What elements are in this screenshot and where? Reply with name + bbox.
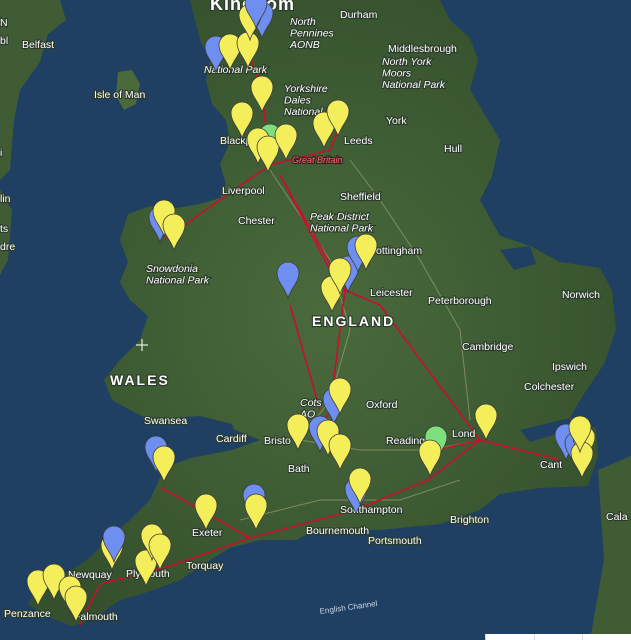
label-reading: Reading [386,435,425,447]
label-peak-district: Peak District National Park [310,211,374,235]
label-cambridge: Cambridge [462,341,514,353]
label-peterborough: Peterborough [428,295,492,307]
label-isle-of-man: Isle of Man [94,89,146,101]
label-calais: Cala [606,511,628,523]
label-brighton: Brighton [450,514,489,526]
label-southampton: Southampton [340,504,403,516]
map-canvas[interactable]: Kingdom NorthPenninesAONB Durham Middles… [0,0,631,640]
label-london: Lond [452,428,476,440]
label-norwich: Norwich [562,289,600,301]
label-bournemouth: Bournemouth [306,525,369,537]
label-nottingham: ottingham [376,245,422,257]
label-chester: Chester [238,215,275,227]
label-n-left: N [0,17,8,29]
label-swansea: Swansea [144,415,187,427]
label-leicester: Leicester [370,287,413,299]
label-liverpool: Liverpool [222,185,265,197]
label-bl-left: bl [0,35,8,47]
label-portsmouth: Portsmouth [368,535,422,547]
label-great-britain: Great Britain [292,155,343,165]
attribution-bar [485,634,631,640]
label-exeter: Exeter [192,527,223,539]
label-middlesbrough: Middlesbrough [388,43,457,55]
label-torquay: Torquay [186,560,224,572]
attribution-segment [485,634,534,640]
label-dre-left: dre [0,241,15,253]
label-ts-left: ts [0,223,8,235]
label-durham: Durham [340,9,378,21]
label-penzance: Penzance [4,608,51,620]
label-sheffield: Sheffield [340,191,381,203]
label-leeds: Leeds [344,135,373,147]
label-york: York [386,115,407,127]
label-bath: Bath [288,463,310,475]
label-lin-left: lin [0,193,11,205]
label-canterbury: Cant [540,459,562,471]
attribution-segment [582,634,631,640]
label-cardiff: Cardiff [216,433,247,445]
map-view[interactable]: Kingdom NorthPenninesAONB Durham Middles… [0,0,631,640]
label-bristol: Bristo [264,435,291,447]
label-oxford: Oxford [366,399,398,411]
attribution-segment [533,634,583,640]
label-colchester: Colchester [524,381,575,393]
label-england: ENGLAND [312,313,395,329]
label-wales: WALES [110,372,170,388]
label-ipswich: Ipswich [552,361,587,373]
label-i-left: i [0,147,2,159]
label-belfast: Belfast [22,39,54,51]
label-hull: Hull [444,143,462,155]
